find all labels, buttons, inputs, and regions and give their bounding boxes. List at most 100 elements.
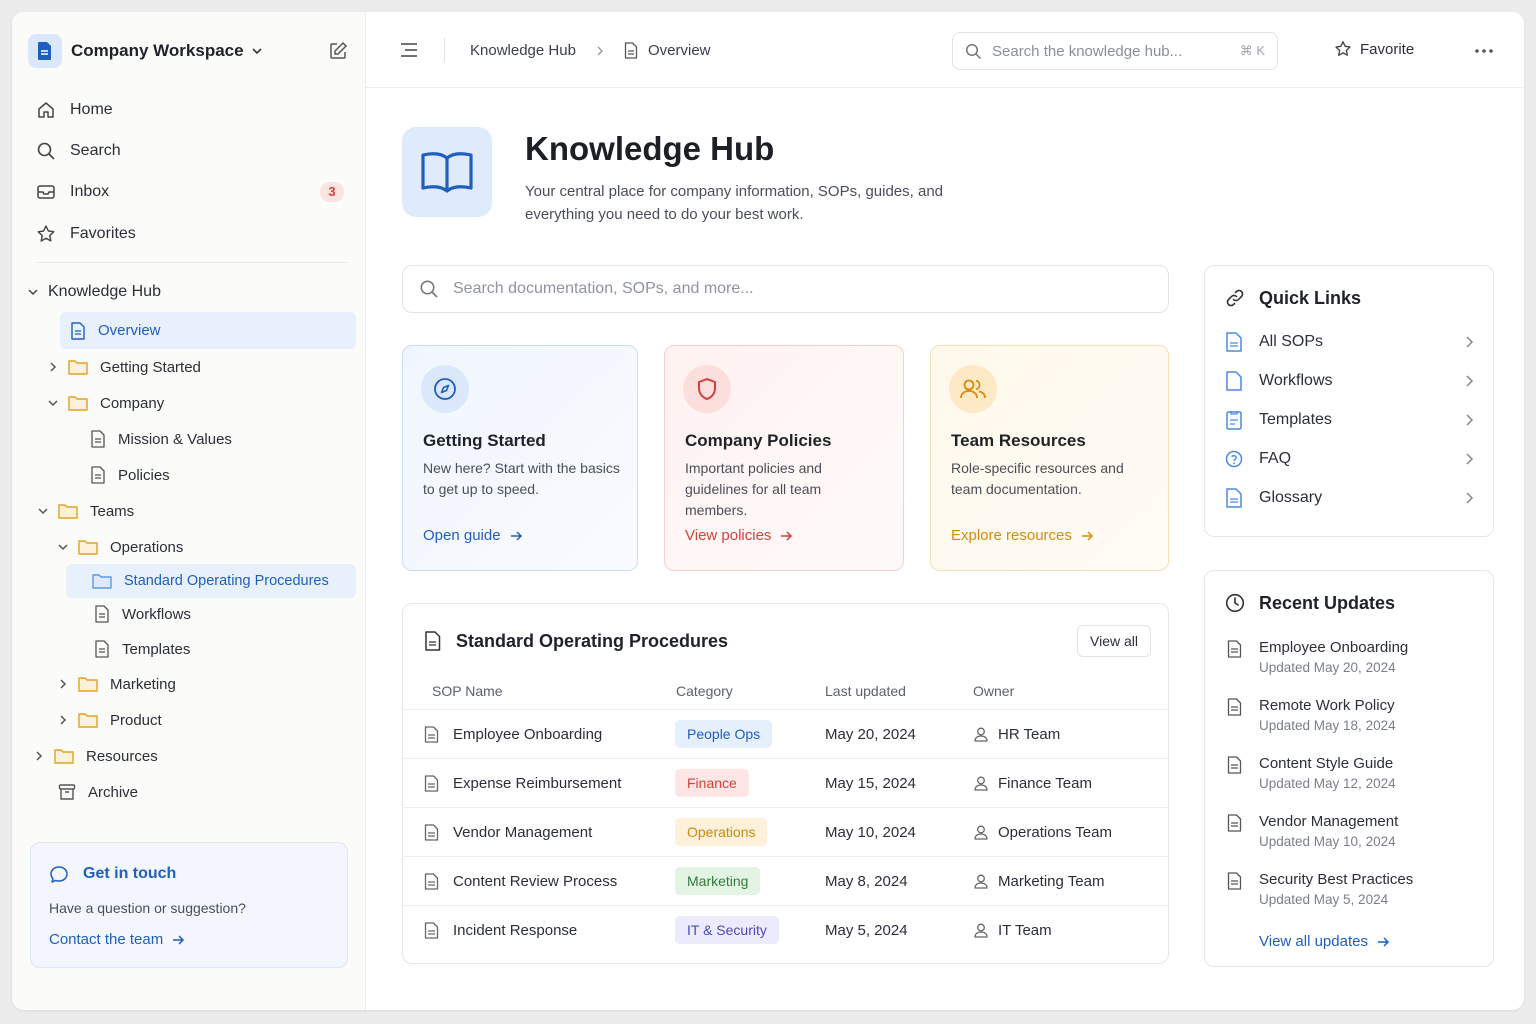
card-link-label: View policies (685, 527, 772, 544)
tree-label: Operations (110, 538, 184, 556)
favorite-button[interactable]: Favorite (1334, 40, 1414, 58)
topbar: Knowledge Hub Overview Search the knowle… (366, 12, 1524, 88)
recent-updates-title: Recent Updates (1259, 593, 1396, 613)
chevron-right-icon (1466, 375, 1474, 387)
recent-update-item[interactable]: Content Style Guide Updated May 12, 2024 (1225, 755, 1475, 795)
quick-links-title: Quick Links (1259, 288, 1362, 308)
tree-marketing[interactable]: Marketing (56, 667, 346, 701)
open-guide-link[interactable]: Open guide (423, 527, 523, 544)
nav-inbox[interactable]: Inbox 3 (28, 174, 350, 210)
document-icon (1227, 872, 1242, 890)
view-all-button[interactable]: View all (1077, 625, 1151, 657)
document-icon (1227, 640, 1242, 658)
category-badge: Marketing (675, 867, 761, 895)
document-icon (424, 775, 439, 792)
explore-resources-link[interactable]: Explore resources (951, 527, 1094, 544)
last-updated: May 15, 2024 (825, 775, 916, 792)
document-icon (91, 430, 105, 448)
card-team-resources[interactable]: Team Resources Role-specific resources a… (930, 345, 1169, 571)
workspace-switcher[interactable]: Company Workspace (28, 34, 348, 68)
tree-operations[interactable]: Operations (56, 530, 346, 564)
new-page-icon[interactable] (328, 41, 348, 61)
chevron-right-icon (50, 362, 57, 372)
breadcrumb-knowledge-hub[interactable]: Knowledge Hub (470, 42, 576, 59)
folder-icon (54, 749, 74, 764)
tree-resources[interactable]: Resources (32, 739, 342, 773)
quick-link-glossary[interactable]: Glossary (1225, 483, 1475, 513)
search-icon (965, 43, 982, 59)
table-row[interactable]: Employee Onboarding People Ops May 20, 2… (403, 709, 1168, 758)
tree-label: Teams (90, 502, 135, 520)
sidebar: Company Workspace Home Search Inbox 3 Fa… (12, 12, 366, 1010)
contact-title: Get in touch (83, 865, 177, 882)
tree-templates[interactable]: Templates (94, 632, 344, 666)
document-icon (1227, 814, 1242, 832)
tree-mission-values[interactable]: Mission & Values (90, 422, 350, 456)
tree-standard-operating-procedures[interactable]: Standard Operating Procedures (66, 564, 356, 598)
table-row[interactable]: Content Review Process Marketing May 8, … (403, 856, 1168, 905)
recent-update-item[interactable]: Employee Onboarding Updated May 20, 2024 (1225, 639, 1475, 679)
users-icon (949, 365, 997, 413)
last-updated: May 5, 2024 (825, 922, 908, 939)
tree-archive[interactable]: Archive (58, 775, 348, 809)
table-row[interactable]: Incident Response IT & Security May 5, 2… (403, 905, 1168, 954)
card-title: Getting Started (423, 431, 546, 450)
recent-update-item[interactable]: Remote Work Policy Updated May 18, 2024 (1225, 697, 1475, 737)
view-all-updates-label: View all updates (1259, 933, 1368, 950)
contact-link[interactable]: Contact the team (49, 931, 185, 948)
breadcrumb-overview: Overview (648, 42, 711, 59)
document-icon (1226, 332, 1242, 352)
view-all-updates-link[interactable]: View all updates (1259, 933, 1390, 950)
page-title: Knowledge Hub (525, 130, 775, 167)
chevron-right-icon (36, 751, 43, 761)
star-icon (1335, 41, 1351, 56)
table-row[interactable]: Expense Reimbursement Finance May 15, 20… (403, 758, 1168, 807)
last-updated: May 20, 2024 (825, 726, 916, 743)
document-icon (1227, 756, 1242, 774)
menu-icon[interactable] (400, 42, 418, 58)
document-icon (424, 824, 439, 841)
nav-favorites[interactable]: Favorites (28, 216, 350, 252)
category-badge: IT & Security (675, 916, 779, 944)
tree-knowledge-hub[interactable]: Knowledge Hub (26, 275, 356, 309)
recent-update-item[interactable]: Security Best Practices Updated May 5, 2… (1225, 871, 1475, 911)
contact-text: Have a question or suggestion? (49, 900, 246, 916)
topbar-search[interactable]: Search the knowledge hub... ⌘ K (952, 32, 1278, 70)
column-header: Owner (973, 683, 1015, 699)
template-icon (1226, 411, 1242, 430)
tree-company[interactable]: Company (46, 386, 346, 420)
more-options-icon[interactable] (1474, 48, 1494, 54)
tree-policies[interactable]: Policies (90, 458, 350, 492)
tree-workflows[interactable]: Workflows (94, 597, 344, 631)
table-row[interactable]: Vendor Management Operations May 10, 202… (403, 807, 1168, 856)
recent-update-item[interactable]: Vendor Management Updated May 10, 2024 (1225, 813, 1475, 853)
last-updated: May 8, 2024 (825, 873, 908, 890)
card-getting-started[interactable]: Getting Started New here? Start with the… (402, 345, 638, 571)
view-policies-link[interactable]: View policies (685, 527, 793, 544)
tree-overview[interactable]: Overview (60, 312, 356, 349)
quick-link-workflows[interactable]: Workflows (1225, 366, 1475, 396)
quick-link-all-sops[interactable]: All SOPs (1225, 327, 1475, 357)
tree-label: Product (110, 711, 162, 729)
page-subtitle: Your central place for company informati… (525, 183, 944, 223)
chevron-down-icon (58, 544, 68, 551)
document-icon (95, 640, 109, 658)
chevron-down-icon (48, 400, 58, 407)
nav-search[interactable]: Search (28, 133, 350, 169)
main-search-input[interactable]: Search documentation, SOPs, and more... (402, 265, 1169, 313)
document-icon (425, 631, 441, 651)
contact-link-label: Contact the team (49, 931, 164, 948)
arrow-right-icon (1081, 530, 1093, 541)
quick-link-faq[interactable]: FAQ (1225, 444, 1475, 474)
nav-home[interactable]: Home (28, 92, 350, 128)
tree-teams[interactable]: Teams (36, 494, 346, 528)
recent-update-name: Remote Work Policy (1259, 697, 1395, 714)
owner: Finance Team (998, 775, 1092, 792)
quick-link-templates[interactable]: Templates (1225, 405, 1475, 435)
tree-product[interactable]: Product (56, 703, 346, 737)
card-company-policies[interactable]: Company Policies Important policies and … (664, 345, 904, 571)
tree-getting-started[interactable]: Getting Started (46, 350, 346, 384)
quick-link-label: Workflows (1259, 372, 1333, 389)
owner: HR Team (998, 726, 1061, 743)
search-icon (37, 142, 55, 160)
